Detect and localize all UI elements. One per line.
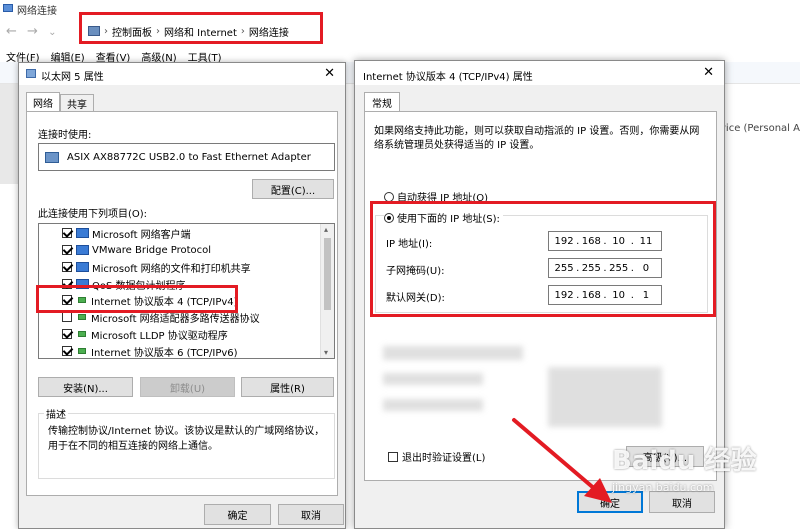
baidu-watermark: Baidu 经验 jingyan.baidu.com [612, 440, 800, 494]
blurred-dns-region [383, 373, 483, 385]
default-gateway-field[interactable]: 192. 168. 10. 1 [548, 285, 662, 305]
breadcrumb-item-2[interactable]: 网络连接 [249, 24, 289, 39]
item-checkbox[interactable] [62, 329, 72, 339]
list-item[interactable]: Microsoft 网络客户端 [62, 225, 191, 241]
ip-address-field[interactable]: 192. 168. 10. 11 [548, 231, 662, 251]
ethernet-properties-dialog: 以太网 5 属性 ✕ 网络 共享 连接时使用: ASIX AX88772C US… [18, 62, 346, 529]
control-panel-icon [88, 26, 100, 36]
item-checkbox[interactable] [62, 245, 72, 255]
adapter-icon [45, 151, 59, 163]
subnet-mask-label: 子网掩码(U): [386, 266, 445, 277]
scroll-up-icon[interactable]: ▴ [324, 225, 328, 234]
protocol-icon [78, 297, 86, 303]
close-icon[interactable]: ✕ [324, 66, 335, 81]
item-checkbox[interactable] [62, 279, 72, 289]
blurred-dns-region [383, 346, 523, 360]
default-gateway-label: 默认网关(D): [386, 293, 445, 304]
eth-network-icon [26, 69, 36, 78]
protocol-icon [78, 331, 86, 337]
explorer-titlebar: 网络连接 [0, 0, 800, 17]
connection-description-partial: vice (Personal Ar [720, 123, 800, 134]
properties-button[interactable]: 属性(R) [241, 377, 334, 397]
up-arrow-icon[interactable]: ⌄ [48, 27, 56, 38]
item-checkbox[interactable] [62, 346, 72, 356]
client-icon [76, 228, 89, 238]
subnet-mask-field[interactable]: 255. 255. 255. 0 [548, 258, 662, 278]
list-item-ipv4[interactable]: Internet 协议版本 4 (TCP/IPv4) [62, 292, 238, 308]
auto-ip-radio[interactable]: 自动获得 IP 地址(O) [384, 189, 488, 204]
watermark-title: Baidu 经验 [612, 446, 757, 476]
red-arrow-annotation [512, 418, 612, 503]
item-checkbox[interactable] [62, 228, 72, 238]
service-icon [76, 262, 89, 272]
install-button[interactable]: 安装(N)... [38, 377, 133, 397]
list-scrollbar[interactable]: ▴ ▾ [320, 224, 334, 358]
validate-checkbox[interactable]: 退出时验证设置(L) [388, 449, 485, 464]
protocol-icon [76, 245, 89, 255]
eth-titlebar: 以太网 5 属性 ✕ [19, 63, 345, 85]
item-checkbox[interactable] [62, 295, 72, 305]
adapter-name: ASIX AX88772C USB2.0 to Fast Ethernet Ad… [67, 151, 311, 163]
list-item[interactable]: Microsoft LLDP 协议驱动程序 [62, 326, 228, 342]
description-label: 描述 [44, 406, 68, 421]
eth-tab-network[interactable]: 网络 [26, 92, 60, 111]
ip-address-label: IP 地址(I): [386, 239, 433, 250]
scroll-thumb[interactable] [324, 238, 331, 310]
list-item[interactable]: Microsoft 网络的文件和打印机共享 [62, 259, 251, 275]
protocol-icon [78, 314, 86, 320]
item-checkbox[interactable] [62, 312, 72, 322]
back-arrow-icon[interactable]: ← [6, 24, 17, 39]
eth-title: 以太网 5 属性 [41, 72, 104, 83]
list-item[interactable]: VMware Bridge Protocol [62, 242, 211, 258]
list-item[interactable]: Microsoft 网络适配器多路传送器协议 [62, 309, 260, 325]
item-checkbox[interactable] [62, 262, 72, 272]
items-label: 此连接使用下列项目(O): [38, 209, 148, 220]
nav-buttons: ← → ⌄ [6, 24, 56, 39]
explorer-left-strip [0, 84, 18, 184]
eth-tab-sharing[interactable]: 共享 [60, 94, 94, 111]
address-bar[interactable]: › 控制面板 › 网络和 Internet › 网络连接 [80, 20, 320, 42]
list-item[interactable]: QoS 数据包计划程序 [62, 276, 186, 292]
radio-icon[interactable] [384, 212, 394, 223]
checkbox-icon[interactable] [388, 451, 398, 462]
forward-arrow-icon[interactable]: → [27, 24, 38, 39]
watermark-url: jingyan.baidu.com [612, 481, 714, 494]
scroll-down-icon[interactable]: ▾ [324, 348, 328, 357]
ipv4-cancel-button[interactable]: 取消 [649, 491, 715, 513]
list-item[interactable]: Internet 协议版本 6 (TCP/IPv6) [62, 343, 238, 359]
breadcrumb-item-1[interactable]: 网络和 Internet [164, 24, 237, 39]
ipv4-title: Internet 协议版本 4 (TCP/IPv4) 属性 [363, 72, 533, 83]
service-icon [76, 279, 89, 289]
connect-using-label: 连接时使用: [38, 130, 92, 141]
ok-button[interactable]: 确定 [204, 504, 271, 525]
adapter-field: ASIX AX88772C USB2.0 to Fast Ethernet Ad… [38, 143, 335, 171]
ipv4-intro-text: 如果网络支持此功能，则可以获取自动指派的 IP 设置。否则，你需要从网络系统管理… [374, 126, 700, 151]
configure-button[interactable]: 配置(C)... [252, 179, 334, 199]
radio-icon[interactable] [384, 191, 394, 202]
ipv4-tab-general[interactable]: 常规 [364, 92, 400, 111]
cancel-button[interactable]: 取消 [278, 504, 344, 525]
blurred-dns-region [383, 399, 483, 411]
manual-ip-radio[interactable]: 使用下面的 IP 地址(S): [384, 210, 503, 225]
explorer-title: 网络连接 [17, 6, 57, 17]
protocol-icon [78, 348, 86, 354]
ipv4-titlebar: Internet 协议版本 4 (TCP/IPv4) 属性 ✕ [355, 61, 724, 85]
breadcrumb-item-0[interactable]: 控制面板 [112, 24, 152, 39]
uninstall-button: 卸载(U) [140, 377, 235, 397]
description-text: 传输控制协议/Internet 协议。该协议是默认的广域网络协议，用于在不同的相… [48, 426, 325, 452]
network-folder-icon [3, 4, 13, 12]
close-icon[interactable]: ✕ [703, 65, 714, 80]
